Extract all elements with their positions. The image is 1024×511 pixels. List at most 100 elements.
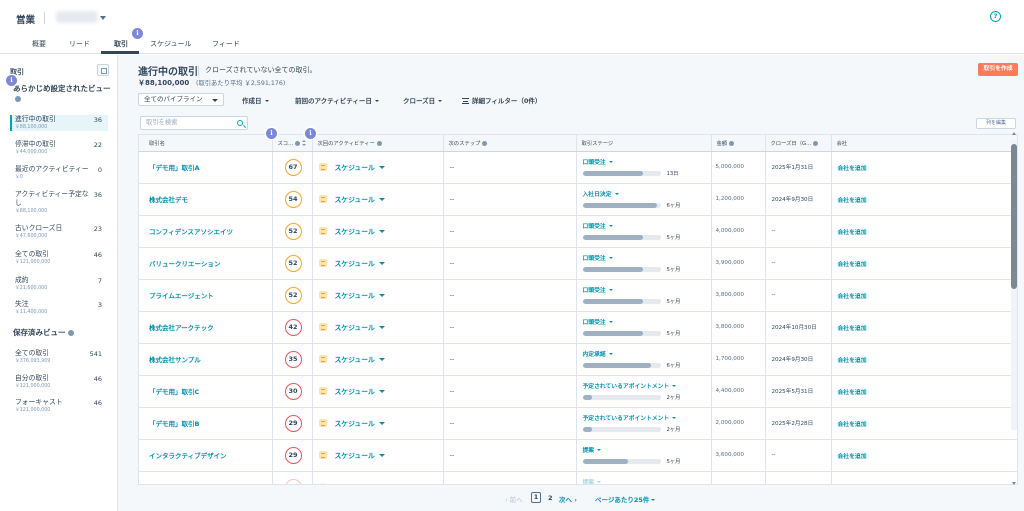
deal-name-link[interactable]: 「デモ用」取引A bbox=[139, 151, 273, 184]
create-deal-button[interactable]: 取引を作成 bbox=[978, 63, 1018, 76]
deal-name-link[interactable]: コンフィデンスアソシエイツ bbox=[139, 215, 273, 248]
add-company-link[interactable]: 会社を追加 bbox=[838, 390, 867, 396]
chevron-down-icon[interactable] bbox=[378, 389, 385, 393]
filter-close-date[interactable]: クローズ日 bbox=[403, 95, 443, 105]
tab-overview[interactable]: 概要 bbox=[32, 39, 46, 49]
stage-dropdown[interactable]: 内定承諾 bbox=[583, 349, 613, 358]
deal-stage-cell[interactable]: 口頭受注 5ヶ月 bbox=[576, 247, 712, 280]
chevron-down-icon[interactable] bbox=[378, 293, 385, 297]
vertical-scrollbar[interactable] bbox=[1011, 140, 1017, 430]
edit-columns-button[interactable]: 列を編集 bbox=[976, 118, 1016, 129]
deal-name-link[interactable]: スカイライン株式会社 bbox=[139, 471, 273, 484]
table-row[interactable]: スカイライン株式会社29スケジュール--提案5ヶ月3,400,000--会社を追… bbox=[139, 471, 1017, 485]
search-input[interactable]: 取引を検索 bbox=[140, 116, 248, 130]
column-header-next-activity[interactable]: 次回のアクティビティー bbox=[312, 135, 444, 152]
sidebar-item-saved-all-deals[interactable]: 全ての取引 ￥376,093,909 541 bbox=[10, 349, 108, 365]
scrollbar-thumb[interactable] bbox=[1011, 144, 1017, 289]
schedule-dropdown[interactable]: スケジュール bbox=[335, 228, 375, 236]
deal-name-link[interactable]: 「デモ用」取引B bbox=[139, 407, 273, 440]
next-activity-cell[interactable]: スケジュール bbox=[312, 215, 444, 248]
deal-stage-cell[interactable]: 口頭受注 5ヶ月 bbox=[576, 215, 712, 248]
deal-stage-cell[interactable]: 内定承諾 6ヶ月 bbox=[576, 343, 712, 376]
deal-name-link[interactable]: 株式会社デモ bbox=[139, 183, 273, 216]
sidebar-item-no-activity[interactable]: アクティビティー予定なし ￥88,100,000 36 bbox=[10, 190, 108, 215]
add-company-link[interactable]: 会社を追加 bbox=[838, 166, 867, 172]
chevron-down-icon[interactable] bbox=[378, 229, 385, 233]
table-row[interactable]: プライムエージェント 52 スケジュール -- 口頭受注 5ヶ月 3,800,000 -- 会社… bbox=[139, 279, 1017, 312]
deal-stage-cell[interactable]: 提案5ヶ月 bbox=[576, 471, 712, 484]
deal-stage-cell[interactable]: 予定されているアポイントメント 2ヶ月 bbox=[576, 375, 712, 408]
chevron-down-icon[interactable] bbox=[378, 325, 385, 329]
sidebar-collapse-icon[interactable] bbox=[97, 64, 109, 76]
table-row[interactable]: コンフィデンスアソシエイツ 52 スケジュール -- 口頭受注 5ヶ月 4,000,000-… bbox=[139, 215, 1017, 248]
table-row[interactable]: バリュークリエーション 52 スケジュール -- 口頭受注 5ヶ月 3,900,000 -- 会… bbox=[139, 247, 1017, 280]
deal-stage-cell[interactable]: 口頭受注 5ヶ月 bbox=[576, 279, 712, 312]
chevron-down-icon[interactable] bbox=[378, 197, 385, 201]
stage-dropdown[interactable]: 口頭受注 bbox=[583, 157, 613, 166]
next-activity-cell[interactable]: スケジュール bbox=[312, 247, 444, 280]
stage-dropdown[interactable]: 入社日決定 bbox=[583, 189, 619, 198]
pipeline-select[interactable]: 全てのパイプライン bbox=[138, 93, 224, 106]
column-header-deal-name[interactable]: 取引名 bbox=[139, 135, 273, 152]
page-1-button[interactable]: 1 bbox=[531, 492, 541, 503]
next-activity-cell[interactable]: スケジュール bbox=[312, 471, 444, 485]
chevron-down-icon[interactable] bbox=[378, 453, 385, 457]
chevron-down-icon[interactable] bbox=[378, 357, 385, 361]
stage-dropdown[interactable]: 提案 bbox=[583, 477, 602, 484]
schedule-dropdown[interactable]: スケジュール bbox=[335, 164, 375, 172]
deal-stage-cell[interactable]: 予定されているアポイントメント 2ヶ月 bbox=[576, 407, 712, 440]
advanced-filter-button[interactable]: 詳細フィルター（0件） bbox=[462, 95, 541, 105]
schedule-dropdown[interactable]: スケジュール bbox=[335, 356, 375, 364]
sidebar-item-old-close-date[interactable]: 古いクローズ日 ￥47,600,000 23 bbox=[10, 224, 108, 240]
add-company-link[interactable]: 会社を追加 bbox=[838, 294, 867, 300]
table-row[interactable]: 株式会社サンプル 35 スケジュール -- 内定承諾 6ヶ月 1,700,000 2024年9… bbox=[139, 343, 1017, 376]
next-page-button[interactable]: 次へ › bbox=[559, 494, 577, 504]
column-header-company[interactable]: 会社 bbox=[831, 135, 1017, 152]
deal-stage-cell[interactable]: 口頭受注 13日 bbox=[576, 151, 712, 184]
next-activity-cell[interactable]: スケジュール bbox=[312, 375, 444, 408]
stage-dropdown[interactable]: 口頭受注 bbox=[583, 253, 613, 262]
deal-name-link[interactable]: インタラクティブデザイン bbox=[139, 439, 273, 472]
add-company-link[interactable]: 会社を追加 bbox=[838, 262, 867, 268]
blurred-account-name[interactable] bbox=[56, 11, 98, 23]
column-header-amount[interactable]: 金額 bbox=[711, 135, 766, 152]
add-company-link[interactable]: 会社を追加 bbox=[838, 230, 867, 236]
deal-name-link[interactable]: 株式会社サンプル bbox=[139, 343, 273, 376]
column-header-deal-stage[interactable]: 取引ステージ bbox=[576, 135, 712, 152]
next-activity-cell[interactable]: スケジュール bbox=[312, 439, 444, 472]
add-company-link[interactable]: 会社を追加 bbox=[838, 358, 867, 364]
deal-stage-cell[interactable]: 口頭受注 5ヶ月 bbox=[576, 311, 712, 344]
tab-deals[interactable]: 取引 bbox=[114, 39, 128, 49]
deal-stage-cell[interactable]: 提案5ヶ月 bbox=[576, 439, 712, 472]
next-activity-cell[interactable]: スケジュール bbox=[312, 343, 444, 376]
add-company-link[interactable]: 会社を追加 bbox=[838, 422, 867, 428]
sidebar-item-recent-activity[interactable]: 最近のアクティビティー ￥0 0 bbox=[10, 165, 108, 181]
chevron-down-icon[interactable] bbox=[378, 421, 385, 425]
schedule-dropdown[interactable]: スケジュール bbox=[335, 260, 375, 268]
schedule-dropdown[interactable]: スケジュール bbox=[335, 388, 375, 396]
sidebar-item-my-deals[interactable]: 自分の取引 ￥121,000,000 46 bbox=[10, 374, 108, 390]
filter-last-activity-date[interactable]: 前回のアクティビティー日 bbox=[295, 95, 379, 105]
prev-page-button[interactable]: ‹ 前へ bbox=[505, 494, 523, 504]
scroll-up-arrow-icon[interactable] bbox=[1012, 132, 1016, 135]
deal-name-link[interactable]: 「デモ用」取引C bbox=[139, 375, 273, 408]
deal-name-link[interactable]: プライムエージェント bbox=[139, 279, 273, 312]
column-header-close-date[interactable]: クローズ日（G... bbox=[765, 135, 832, 152]
sidebar-item-forecast[interactable]: フォーキャスト ￥121,000,000 46 bbox=[10, 398, 108, 414]
stage-dropdown[interactable]: 予定されているアポイントメント bbox=[583, 413, 677, 422]
stage-dropdown[interactable]: 口頭受注 bbox=[583, 317, 613, 326]
deal-name-link[interactable]: バリュークリエーション bbox=[139, 247, 273, 280]
stage-dropdown[interactable]: 提案 bbox=[583, 445, 602, 454]
table-row[interactable]: 「デモ用」取引B 29 スケジュール -- 予定されているアポイントメント 2ヶ月 2,00… bbox=[139, 407, 1017, 440]
tab-schedule[interactable]: スケジュール bbox=[150, 39, 192, 49]
deal-name-link[interactable]: 株式会社アークテック bbox=[139, 311, 273, 344]
schedule-dropdown[interactable]: スケジュール bbox=[335, 452, 375, 460]
next-activity-cell[interactable]: スケジュール bbox=[312, 407, 444, 440]
sidebar-item-won[interactable]: 成約 ￥21,600,000 7 bbox=[10, 276, 108, 292]
tab-leads[interactable]: リード bbox=[69, 39, 90, 49]
stage-dropdown[interactable]: 口頭受注 bbox=[583, 285, 613, 294]
page-2-button[interactable]: 2 bbox=[548, 494, 553, 502]
table-row[interactable]: 株式会社デモ 54 スケジュール -- 入社日決定 6ヶ月 1,200,000 2024年9月… bbox=[139, 183, 1017, 216]
schedule-dropdown[interactable]: スケジュール bbox=[335, 484, 375, 485]
schedule-dropdown[interactable]: スケジュール bbox=[335, 324, 375, 332]
